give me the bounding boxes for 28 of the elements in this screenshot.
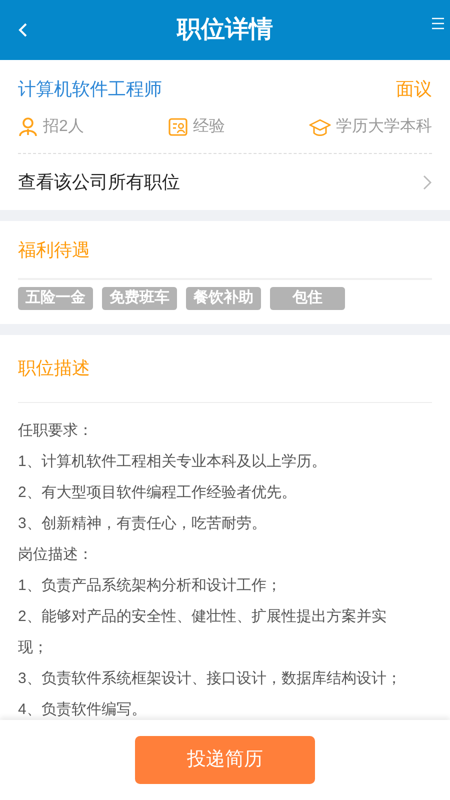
description-line: 2、能够对产品的安全性、健壮性、扩展性提出方案并实现； — [18, 607, 388, 658]
description-line: 任职要求： — [18, 421, 94, 441]
graduation-cap-icon — [309, 117, 331, 137]
benefit-tag: 五险一金 — [18, 287, 93, 310]
job-meta-text: 经验 — [192, 117, 225, 137]
job-meta-text: 招2人 — [43, 117, 84, 137]
benefit-tag: 餐饮补助 — [186, 287, 261, 310]
resume-icon — [168, 117, 188, 137]
description-line: 4、负责软件编写。 — [18, 700, 148, 720]
chevron-icon — [423, 174, 432, 190]
section-heading: 职位描述 — [18, 335, 432, 403]
benefit-tag: 免费班车 — [102, 287, 177, 310]
menu-icon[interactable] — [431, 17, 445, 30]
job-meta-text: 学历大学本科 — [336, 116, 432, 137]
description-line: 3、负责软件系统框架设计、接口设计，数据库结构设计； — [18, 669, 402, 689]
page-title: 职位详情 — [177, 15, 273, 45]
person-icon — [18, 117, 38, 137]
company-jobs-link[interactable]: 查看该公司所有职位 — [18, 154, 432, 210]
description-line: 3、创新精神，有责任心，吃苦耐劳。 — [18, 514, 268, 534]
section-heading: 福利待遇 — [18, 221, 432, 280]
description-line: 1、计算机软件工程相关专业本科及以上学历。 — [18, 452, 328, 472]
description-line: 岗位描述： — [18, 545, 94, 565]
description-line: 2、有大型项目软件编程工作经验者优先。 — [18, 483, 298, 503]
description-line: 1、负责产品系统架构分析和设计工作； — [18, 576, 282, 596]
job-title: 计算机软件工程师 — [18, 78, 162, 101]
benefit-tag: 包住 — [270, 287, 345, 310]
salary-text: 面议 — [396, 78, 432, 101]
back-icon[interactable] — [17, 22, 29, 38]
